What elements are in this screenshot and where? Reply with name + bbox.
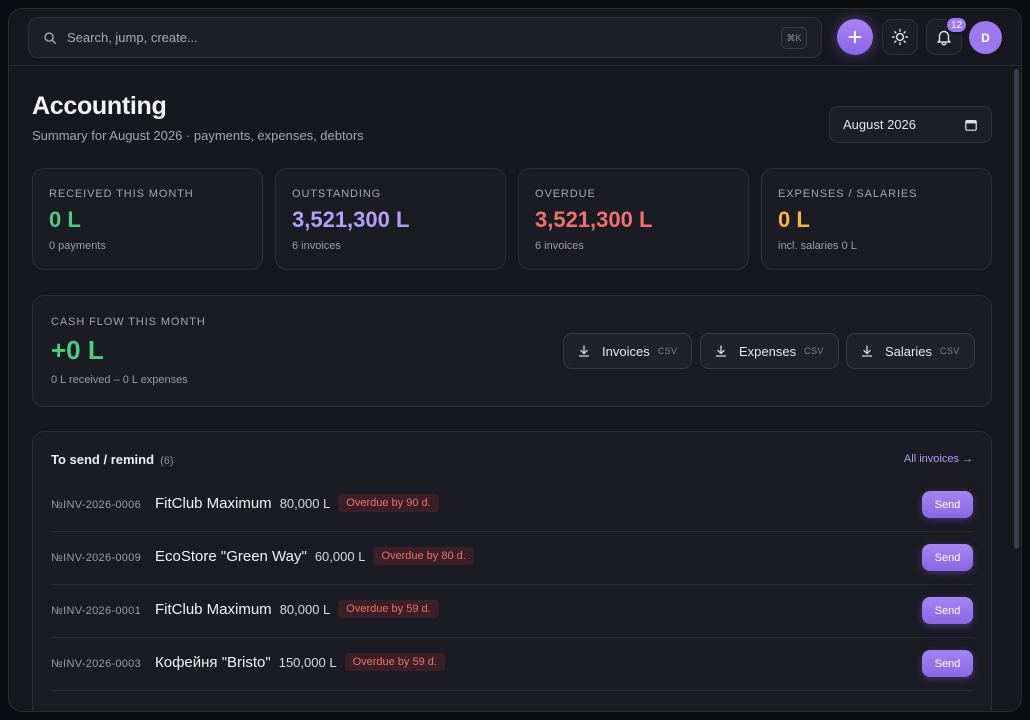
download-icon — [861, 345, 873, 357]
download-icon — [578, 345, 590, 357]
invoice-amount: 60,000 L — [314, 548, 366, 564]
stat-card-outstanding: OUTSTANDING 3,521,300 L 6 invoices — [275, 168, 506, 270]
stat-sub: 0 payments — [49, 240, 106, 252]
top-bar: ⌘K 12 — [9, 9, 1021, 66]
stat-card-received: RECEIVED THIS MONTH 0 L 0 payments — [32, 168, 263, 270]
calendar-icon[interactable] — [965, 119, 977, 131]
export-tag: CSV — [939, 346, 960, 356]
stat-label: RECEIVED THIS MONTH — [49, 188, 194, 200]
stat-card-overdue: OVERDUE 3,521,300 L 6 invoices — [518, 168, 749, 270]
stat-value: 0 L — [778, 207, 810, 232]
overdue-badge: Overdue by 90 d. — [338, 494, 439, 512]
theme-toggle-button[interactable] — [882, 19, 918, 55]
cashflow-card: CASH FLOW THIS MONTH +0 L 0 L received –… — [32, 295, 992, 407]
search-bar[interactable]: ⌘K — [28, 17, 822, 58]
invoice-client: FitClub Maximum — [155, 494, 272, 512]
overdue-badge: Overdue by 59 d. — [338, 600, 439, 618]
app-window: ⌘K 12 — [8, 8, 1022, 712]
invoice-number: №INV-2026-0001 — [51, 605, 141, 617]
invoice-number: №INV-2026-0006 — [51, 499, 141, 511]
send-button[interactable]: Send — [922, 544, 973, 571]
invoice-row: №INV-2026-0001 FitClub Maximum 80,000 L … — [51, 585, 973, 638]
notification-badge: 12 — [945, 16, 969, 34]
stat-card-expenses: EXPENSES / SALARIES 0 L incl. salaries 0… — [761, 168, 992, 270]
stat-value: 3,521,300 L — [535, 207, 653, 232]
all-invoices-link[interactable]: All invoices → — [904, 453, 973, 465]
cashflow-value: +0 L — [51, 335, 104, 365]
invoice-amount: 80,000 L — [279, 601, 331, 617]
send-button[interactable]: Send — [922, 491, 973, 518]
invoice-client: Кофейня "Bristo" — [155, 653, 271, 671]
stat-label: OVERDUE — [535, 188, 596, 200]
invoice-number: №INV-2026-0009 — [51, 552, 141, 564]
remind-title: To send / remind (6) — [51, 452, 174, 467]
create-button[interactable] — [837, 19, 873, 55]
page-subtitle: Summary for August 2026 · payments, expe… — [32, 128, 364, 143]
shortcut-hint: ⌘K — [781, 27, 807, 49]
send-button[interactable]: Send — [922, 650, 973, 677]
stat-sub: incl. salaries 0 L — [778, 240, 857, 252]
export-expenses-button[interactable]: Expenses CSV — [700, 333, 839, 369]
send-button[interactable]: Send — [922, 597, 973, 624]
stat-sub: 6 invoices — [292, 240, 341, 252]
remind-card: To send / remind (6) All invoices → №INV-… — [32, 431, 992, 711]
invoice-number: №INV-2026-0003 — [51, 658, 141, 670]
stat-label: EXPENSES / SALARIES — [778, 188, 918, 200]
main-content: Accounting Summary for August 2026 · pay… — [9, 66, 1013, 711]
page-title: Accounting — [32, 92, 167, 120]
search-input[interactable] — [67, 30, 717, 45]
export-salaries-button[interactable]: Salaries CSV — [846, 333, 975, 369]
export-tag: CSV — [804, 346, 824, 356]
invoice-row: №INV-2026-0006 FitClub Maximum 80,000 L … — [51, 479, 973, 532]
remind-count: (6) — [160, 455, 174, 467]
cashflow-label: CASH FLOW THIS MONTH — [51, 316, 206, 328]
remind-title-text: To send / remind — [51, 452, 155, 467]
export-tag: CSV — [657, 346, 678, 356]
stat-value: 0 L — [49, 207, 81, 232]
export-label: Expenses — [739, 343, 797, 359]
sun-icon — [891, 28, 909, 46]
export-label: Invoices — [602, 343, 650, 359]
cashflow-sub: 0 L received – 0 L expenses — [51, 374, 188, 386]
invoice-row: №INV-2026-0009 EcoStore "Green Way" 60,0… — [51, 532, 973, 585]
stat-sub: 6 invoices — [535, 240, 584, 252]
overdue-badge: Overdue by 80 d. — [373, 547, 474, 565]
plus-icon — [848, 30, 862, 44]
invoice-row: №INV-2026-0003 Кофейня "Bristo" 150,000 … — [51, 638, 973, 691]
stat-label: OUTSTANDING — [292, 188, 382, 200]
month-picker[interactable]: August 2026 — [829, 106, 992, 143]
month-picker-value: August 2026 — [843, 117, 917, 132]
export-invoices-button[interactable]: Invoices CSV — [563, 333, 693, 369]
stat-value: 3,521,300 L — [292, 207, 410, 232]
export-label: Salaries — [885, 343, 932, 359]
invoice-amount: 80,000 L — [279, 495, 331, 511]
invoice-amount: 150,000 L — [278, 654, 337, 670]
invoice-client: EcoStore "Green Way" — [155, 547, 307, 565]
scrollbar[interactable] — [1014, 69, 1019, 549]
invoice-client: FitClub Maximum — [155, 600, 272, 618]
download-icon — [715, 345, 727, 357]
search-icon — [44, 31, 56, 44]
user-avatar[interactable]: D — [969, 21, 1002, 54]
overdue-badge: Overdue by 59 d. — [344, 653, 445, 671]
